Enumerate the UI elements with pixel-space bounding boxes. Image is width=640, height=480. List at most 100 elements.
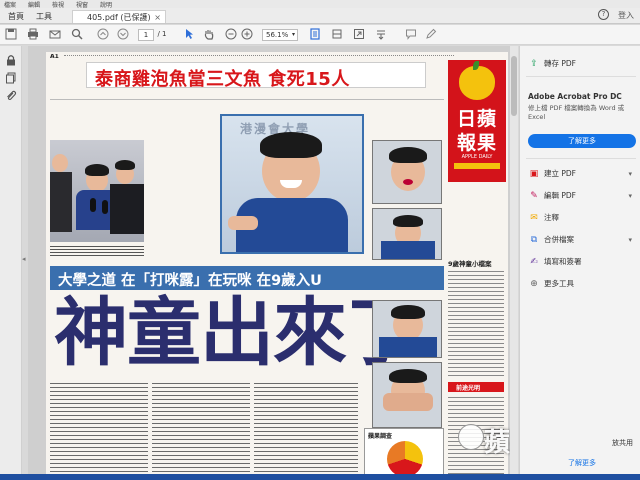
masthead-title-1: 日蘋 [456,108,497,130]
hand-icon[interactable] [202,28,216,42]
export-pdf-icon: ⇪ [530,59,538,69]
top-headline-text [50,90,444,100]
fullscreen-icon[interactable] [352,28,366,42]
tab-home[interactable]: 首頁 [8,10,24,23]
page-total-label: / 1 [157,30,167,38]
chevron-down-icon: ▾ [291,31,295,38]
tools-pane: ⇪ 轉存 PDF Adobe Acrobat Pro DC 修上檔 PDF 檔案轉… [519,46,640,480]
sign-in-link[interactable]: 登入 [618,10,634,21]
watermark-logo [458,424,484,450]
search-icon[interactable] [70,28,84,42]
tab-tools[interactable]: 工具 [36,10,52,23]
left-navigation-rail [0,46,22,480]
fit-page-icon[interactable] [308,28,322,42]
top-headline: 泰商雞泡魚當三文魚 食死15人 [95,69,350,90]
promo-description: 修上檔 PDF 檔案轉換為 Word 或 Excel [528,104,625,121]
article-col-1 [50,380,148,480]
tab-document-label: 405.pdf (已保護) [87,13,151,22]
zoom-level-value: 56.1% [266,31,289,39]
chevron-down-icon: ▾ [628,236,632,244]
poll-title: 蘋果調查 [368,433,393,440]
masthead-subtitle: APPLE DAILY [461,154,493,160]
plus-icon: ⊕ [530,279,538,289]
poll-box: 蘋果調查 [364,428,444,480]
tool-edit-pdf-label: 編輯 PDF [544,191,576,200]
chevron-down-icon: ▾ [628,170,632,178]
save-icon[interactable] [4,28,18,42]
chevron-down-icon: ▾ [628,192,632,200]
photo-boy-hands [372,362,442,428]
tool-more-tools-label: 更多工具 [544,279,574,288]
page-number-input[interactable]: 1 [138,29,154,41]
scrollbar-thumb[interactable] [511,56,517,116]
bottom-share-label: 放共用 [612,439,633,447]
article-col-2 [152,380,250,480]
print-icon[interactable] [26,28,40,42]
vertical-scrollbar[interactable] [510,46,518,480]
learn-more-button[interactable]: 了解更多 [528,134,636,148]
article-col-3 [254,380,358,480]
attachment-icon[interactable] [4,90,18,104]
tool-comment[interactable]: ✉ 注釋 [528,210,638,226]
bottom-learn-more-link[interactable]: 了解更多 [568,458,596,468]
tool-create-pdf-label: 建立 PDF [544,169,576,178]
tool-create-pdf[interactable]: ▣ 建立 PDF ▾ [528,166,638,182]
tool-export-pdf[interactable]: ⇪ 轉存 PDF [528,56,638,72]
next-page-icon[interactable] [116,28,130,42]
banner: 大學之道 在「打咪露」在玩咪 在9歲入U [50,266,444,290]
dateline-strip [64,55,454,59]
photo-main-boy: 港漫會大學 [220,114,364,254]
prev-page-icon[interactable] [96,28,110,42]
sidebar-box-title: 前途光明 [456,385,481,392]
tool-more-tools[interactable]: ⊕ 更多工具 [528,276,638,292]
create-pdf-icon: ▣ [529,169,539,179]
masthead-date-bar [454,163,500,169]
tool-combine-label: 合併檔案 [544,235,574,244]
promo-title: Adobe Acrobat Pro DC [528,92,622,101]
tool-edit-pdf[interactable]: ✎ 編輯 PDF ▾ [528,188,638,204]
toolbar: 1 / 1 56.1% ▾ [0,25,640,45]
email-icon[interactable] [48,28,62,42]
photo-caption-left [50,244,144,258]
scroll-mode-icon[interactable] [330,28,344,42]
menu-bar: 檔案 編輯 檢視 視窗 說明 [0,0,640,9]
zoom-in-icon[interactable] [240,28,254,42]
taskbar [0,474,640,480]
tool-export-pdf-label: 轉存 PDF [544,59,576,68]
photo-boy-thinking [372,208,442,260]
tab-bar: 首頁 工具 405.pdf (已保護) × ? 登入 [0,8,640,24]
poll-pie-chart [387,441,423,477]
tool-fill-sign[interactable]: ✍ 填寫和簽署 [528,254,638,270]
tool-comment-label: 注釋 [544,213,559,222]
fill-sign-icon: ✍ [530,257,538,267]
help-icon[interactable]: ? [598,9,609,20]
combine-files-icon: ⧉ [530,235,538,245]
pen-icon[interactable] [424,28,438,42]
tool-combine-files[interactable]: ⧉ 合併檔案 ▾ [528,232,638,248]
document-viewport[interactable]: A1 泰商雞泡魚當三文魚 食死15人 日蘋 報果 APPLE DAILY 港漫會… [28,46,518,480]
edit-pdf-icon: ✎ [530,191,538,201]
sidebar-profile-text [448,268,504,378]
pages-icon[interactable] [4,72,18,86]
comment-icon[interactable] [404,28,418,42]
photo-boy-laughing [372,140,442,204]
pdf-page: A1 泰商雞泡魚當三文魚 食死15人 日蘋 報果 APPLE DAILY 港漫會… [46,52,508,480]
read-mode-icon[interactable] [374,28,388,42]
tool-fill-sign-label: 填寫和簽署 [544,257,582,266]
lock-icon[interactable] [4,54,18,68]
banner-text: 大學之道 在「打咪露」在玩咪 在9歲入U [58,273,322,289]
comment-icon: ✉ [530,213,538,223]
masthead-title-2: 報果 [456,132,497,154]
photo-press-conference [50,140,144,242]
masthead: 日蘋 報果 APPLE DAILY [448,60,506,182]
select-cursor-icon[interactable] [182,28,196,42]
tab-document[interactable]: 405.pdf (已保護) × [72,10,166,23]
sidebar-box: 前途光明 [448,382,504,392]
zoom-out-icon[interactable] [224,28,238,42]
page-label: A1 [50,54,59,60]
sidebar-title: 9歲神童小檔案 [448,260,492,268]
top-headline-box: 泰商雞泡魚當三文魚 食死15人 [86,62,426,90]
apple-logo-icon [459,61,495,100]
close-icon[interactable]: × [154,11,161,24]
zoom-level-select[interactable]: 56.1% ▾ [262,29,298,41]
